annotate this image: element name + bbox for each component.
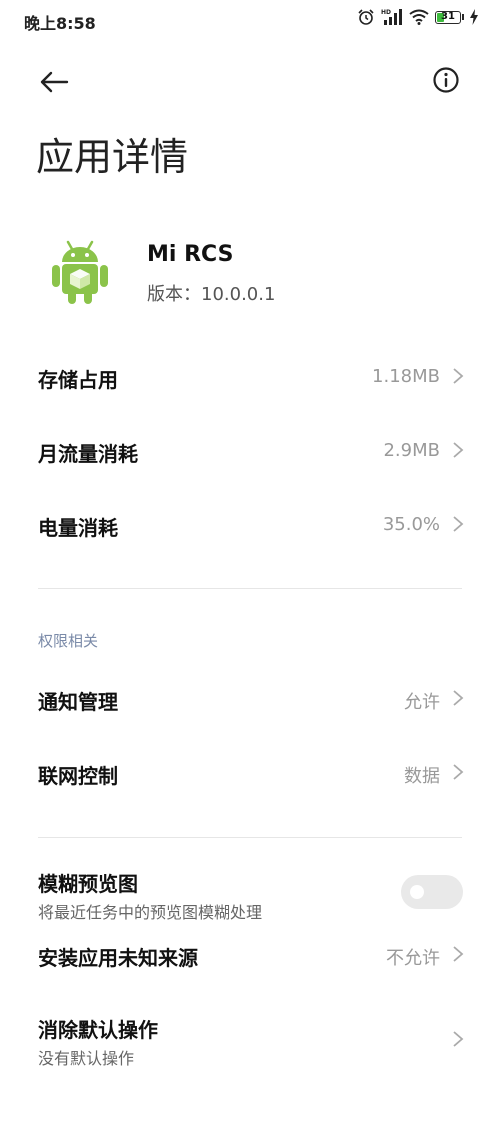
toggle-knob <box>410 885 424 899</box>
chevron-right-icon <box>453 946 464 962</box>
status-icons: HD 31 <box>357 8 478 26</box>
info-button[interactable] <box>428 62 464 98</box>
page-title: 应用详情 <box>36 135 189 179</box>
clear-defaults-row[interactable]: 消除默认操作 没有默认操作 <box>0 1008 500 1070</box>
row-label: 消除默认操作 <box>38 1018 158 1042</box>
chevron-right-icon <box>453 368 464 384</box>
wifi-icon <box>409 9 429 25</box>
arrow-left-icon <box>40 71 69 93</box>
row-value: 不允许 <box>386 948 440 969</box>
row-label: 模糊预览图 <box>38 872 138 896</box>
notification-management-row[interactable]: 通知管理 允许 <box>0 672 500 726</box>
row-label: 月流量消耗 <box>38 442 138 466</box>
row-label: 联网控制 <box>38 764 118 788</box>
data-usage-row[interactable]: 月流量消耗 2.9MB <box>0 424 500 478</box>
back-button[interactable] <box>34 62 74 102</box>
chevron-right-icon <box>453 1031 464 1047</box>
hd-signal-icon: HD <box>381 9 402 25</box>
app-version: 版本：10.0.0.1 <box>147 284 276 305</box>
status-bar: 晚上8:58 HD 31 <box>0 0 500 42</box>
section-header-permissions: 权限相关 <box>38 632 99 650</box>
row-sublabel: 将最近任务中的预览图模糊处理 <box>38 903 263 922</box>
app-name: Mi RCS <box>147 242 234 267</box>
charging-icon <box>470 9 478 25</box>
row-label: 安装应用未知来源 <box>38 946 198 970</box>
network-control-row[interactable]: 联网控制 数据 <box>0 746 500 800</box>
chevron-right-icon <box>453 516 464 532</box>
battery-icon: 31 <box>435 10 464 24</box>
chevron-right-icon <box>453 690 464 706</box>
blur-preview-row: 模糊预览图 将最近任务中的预览图模糊处理 <box>0 862 500 922</box>
row-label: 通知管理 <box>38 690 118 714</box>
battery-level-text: 31 <box>441 10 455 22</box>
row-value: 1.18MB <box>372 366 440 387</box>
svg-text:HD: HD <box>381 9 391 16</box>
row-sublabel: 没有默认操作 <box>38 1049 135 1068</box>
row-value: 数据 <box>404 766 440 787</box>
unknown-sources-row[interactable]: 安装应用未知来源 不允许 <box>0 928 500 982</box>
chevron-right-icon <box>453 442 464 458</box>
blur-preview-toggle[interactable] <box>401 875 463 909</box>
android-robot-icon <box>50 238 110 306</box>
alarm-icon <box>358 9 374 25</box>
battery-usage-row[interactable]: 电量消耗 35.0% <box>0 498 500 552</box>
row-value: 允许 <box>404 692 440 713</box>
divider <box>38 837 462 838</box>
row-value: 2.9MB <box>383 440 440 461</box>
chevron-right-icon <box>453 764 464 780</box>
row-label: 存储占用 <box>38 368 118 392</box>
divider <box>38 588 462 589</box>
row-value: 35.0% <box>382 514 440 535</box>
status-time: 晚上8:58 <box>24 14 96 33</box>
info-icon <box>433 67 459 93</box>
storage-row[interactable]: 存储占用 1.18MB <box>0 350 500 404</box>
row-label: 电量消耗 <box>38 516 118 540</box>
